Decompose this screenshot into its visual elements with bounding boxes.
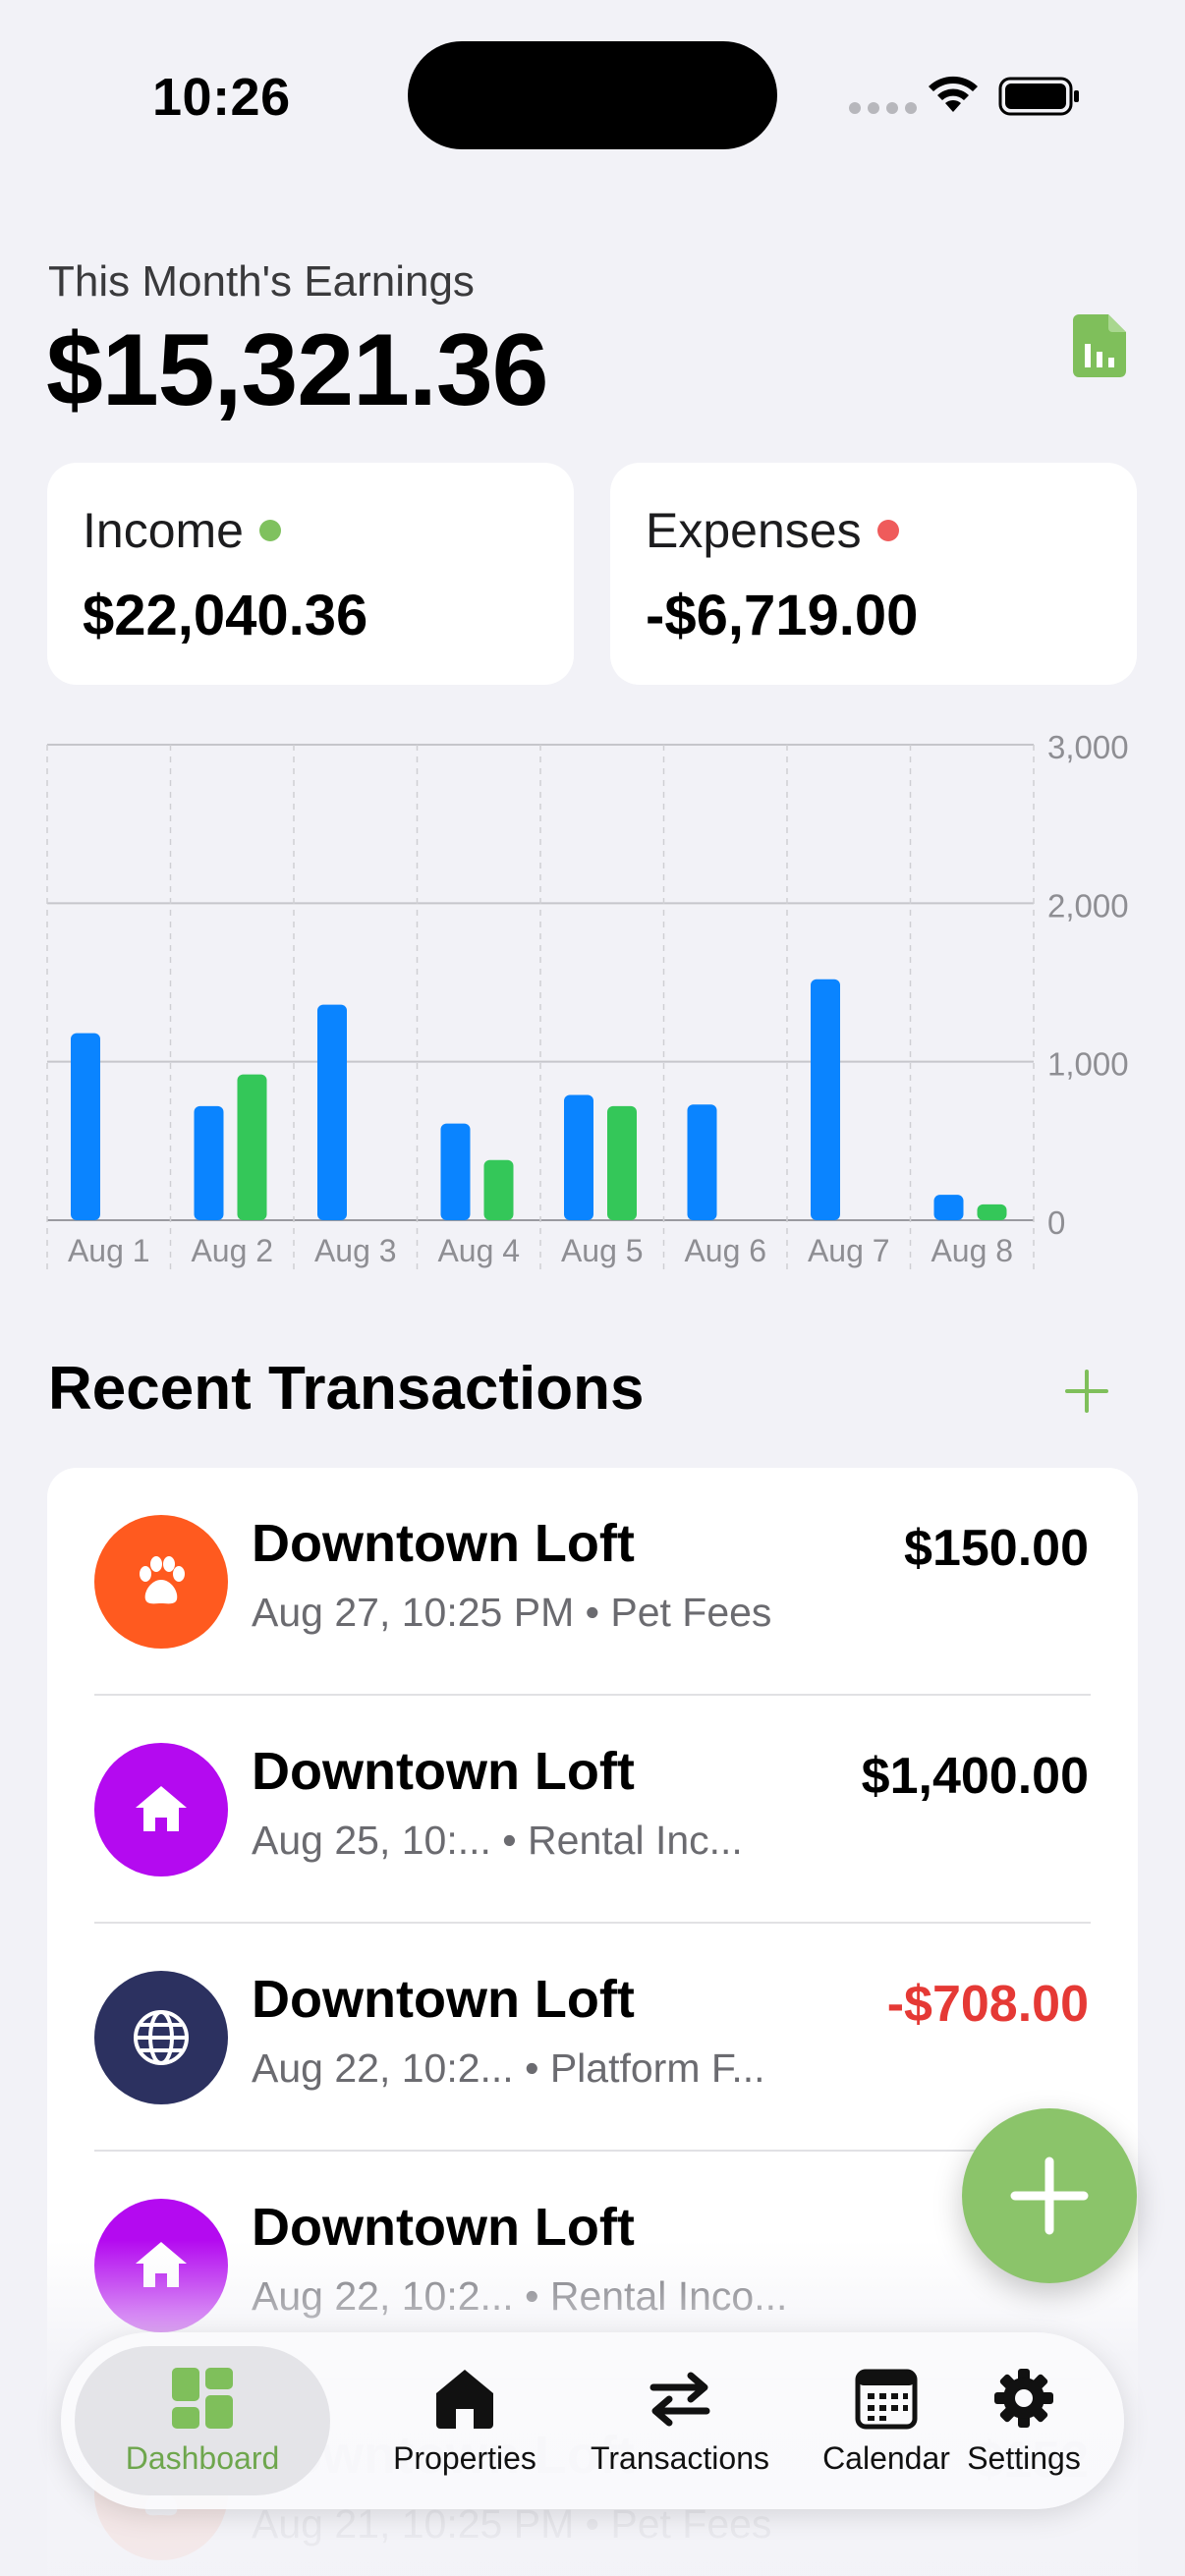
earnings-value: $15,321.36 — [46, 313, 549, 427]
tab-settings[interactable]: Settings — [926, 2332, 1122, 2509]
transaction-row[interactable]: Downtown Loft Aug 22, 10:2... • Platform … — [47, 1924, 1138, 2152]
dynamic-island — [408, 41, 777, 149]
earnings-label: This Month's Earnings — [48, 257, 475, 306]
chart-y-tick-label: 0 — [1047, 1204, 1065, 1241]
chart-bar — [977, 1204, 1007, 1220]
calendar-icon — [855, 2369, 918, 2429]
transaction-row[interactable]: Downtown Loft Aug 25, 10:... • Rental Inc… — [47, 1696, 1138, 1924]
expenses-label-row: Expenses — [646, 502, 899, 559]
tab-dashboard[interactable]: Dashboard — [75, 2332, 330, 2509]
income-card[interactable]: Income $22,040.36 — [47, 463, 574, 685]
tab-label-dashboard: Dashboard — [125, 2439, 280, 2476]
chart-x-tick-label: Aug 4 — [437, 1233, 520, 1268]
battery-icon — [998, 77, 1079, 116]
chart-bar — [687, 1104, 717, 1220]
chart-bar — [440, 1123, 471, 1220]
house-icon — [94, 1743, 228, 1876]
chart-x-tick-label: Aug 2 — [191, 1233, 273, 1268]
expenses-value: -$6,719.00 — [646, 584, 919, 647]
plus-icon — [1010, 2156, 1089, 2235]
chart-bar — [564, 1094, 593, 1220]
transaction-meta: Aug 25, 10:... • Rental Inc... — [252, 1818, 743, 1863]
chart-bar — [317, 1004, 347, 1220]
dashboard-grid-icon — [172, 2367, 233, 2429]
income-value: $22,040.36 — [83, 584, 368, 647]
expenses-dot-icon — [876, 520, 899, 541]
chart-bar — [607, 1105, 637, 1220]
report-document-icon[interactable] — [1073, 314, 1126, 377]
chart-bar — [194, 1105, 224, 1220]
transaction-property-name: Downtown Loft — [252, 1742, 635, 1801]
arrows-swap-icon — [649, 2372, 710, 2426]
tab-label-settings: Settings — [967, 2439, 1081, 2476]
chart-x-tick-label: Aug 3 — [314, 1233, 397, 1268]
transaction-amount: $150.00 — [904, 1520, 1089, 1577]
transaction-meta: Aug 22, 10:2... • Platform F... — [252, 2045, 765, 2091]
transaction-amount: -$708.00 — [886, 1976, 1089, 2033]
chart-y-tick-label: 3,000 — [1047, 729, 1129, 765]
income-label-row: Income — [83, 502, 281, 559]
gear-icon — [994, 2368, 1053, 2428]
globe-icon — [94, 1971, 228, 2104]
chart-bar — [237, 1074, 267, 1220]
add-fab-button[interactable] — [962, 2108, 1137, 2283]
chart-bar — [811, 979, 840, 1220]
earnings-bar-chart[interactable]: 0 1,000 2,000 3,000 Aug 1 Aug 2 Aug 3 Aug 4 Aug … — [0, 727, 1185, 1277]
status-bar: 10:26 — [0, 0, 1185, 196]
transaction-amount: $1,400.00 — [861, 1748, 1089, 1805]
chart-x-tick-label: Aug 6 — [684, 1233, 766, 1268]
recent-transactions-title: Recent Transactions — [48, 1355, 645, 1423]
tab-label-transactions: Transactions — [591, 2439, 769, 2476]
tab-bar: Dashboard Properties Transactions Calend… — [61, 2332, 1124, 2509]
transaction-meta: Aug 27, 10:25 PM • Pet Fees — [252, 1590, 772, 1635]
house-icon — [436, 2369, 493, 2429]
chart-x-tick-label: Aug 7 — [808, 1233, 890, 1268]
cellular-signal-icon — [849, 102, 917, 114]
wifi-icon — [929, 76, 978, 112]
tab-label-properties: Properties — [393, 2439, 536, 2476]
income-dot-icon — [258, 520, 281, 541]
transaction-property-name: Downtown Loft — [252, 1970, 635, 2029]
expenses-card[interactable]: Expenses -$6,719.00 — [610, 463, 1137, 685]
transaction-property-name: Downtown Loft — [252, 1514, 635, 1573]
chart-x-tick-label: Aug 5 — [561, 1233, 644, 1268]
add-transaction-plus-icon[interactable] — [1063, 1368, 1110, 1415]
income-label: Income — [83, 503, 244, 558]
chart-bar — [483, 1159, 514, 1220]
transaction-row[interactable]: Downtown Loft Aug 27, 10:25 PM • Pet Fees… — [47, 1468, 1138, 1696]
chart-y-tick-label: 2,000 — [1047, 887, 1129, 924]
chart-x-tick-label: Aug 1 — [68, 1233, 150, 1268]
chart-y-tick-label: 1,000 — [1047, 1046, 1129, 1083]
paw-icon — [94, 1515, 228, 1649]
chart-x-tick-label: Aug 8 — [931, 1233, 1013, 1268]
expenses-label: Expenses — [646, 503, 862, 558]
chart-bar — [933, 1195, 964, 1220]
chart-bar — [71, 1033, 100, 1220]
status-time: 10:26 — [152, 68, 291, 127]
